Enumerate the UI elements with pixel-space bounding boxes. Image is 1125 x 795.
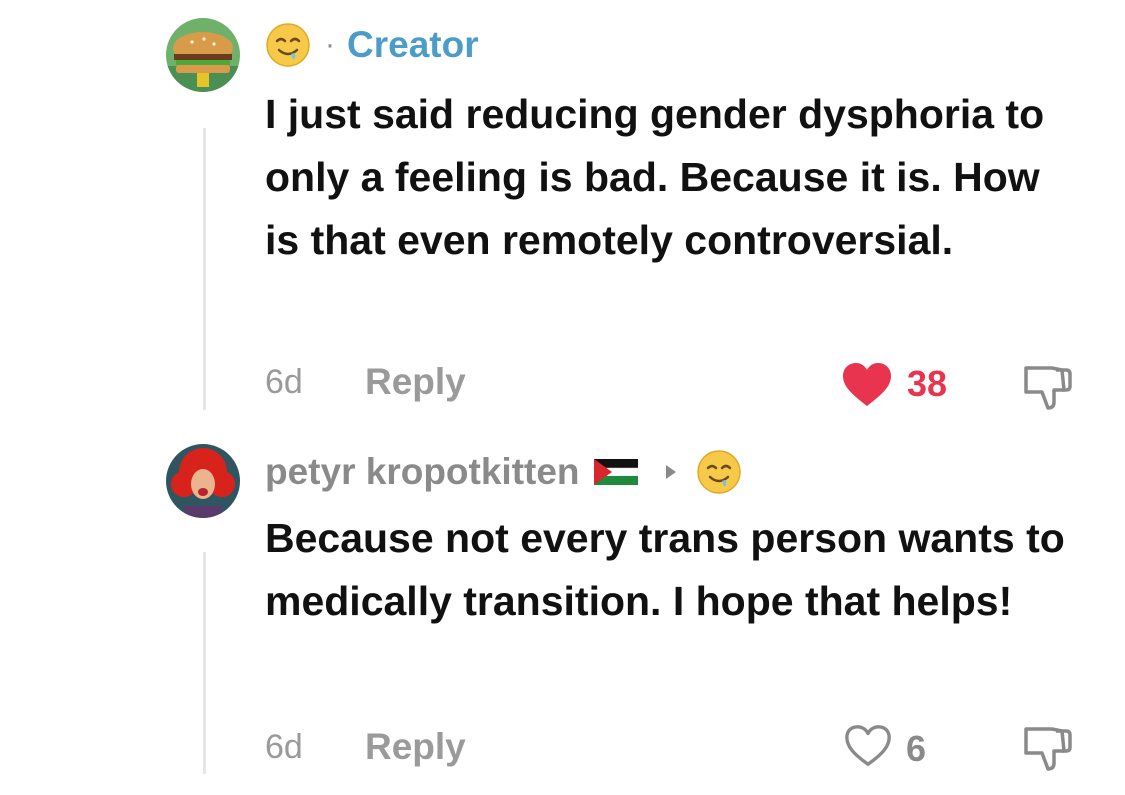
timestamp: 6d — [265, 363, 303, 401]
creator-badge: Creator — [347, 24, 479, 65]
red-hair-avatar-icon — [166, 444, 240, 518]
reply-button[interactable]: Reply — [365, 361, 466, 403]
avatar[interactable] — [166, 18, 240, 92]
heart-filled-icon[interactable] — [841, 362, 893, 413]
separator-dot: · — [325, 28, 335, 61]
heart-outline-icon[interactable] — [843, 723, 893, 774]
comment-header: · Creator — [265, 20, 479, 70]
comment-text: Because not every trans person wants to … — [265, 515, 1065, 624]
thumbs-down-icon[interactable] — [1020, 362, 1072, 417]
reply-arrow-icon — [664, 463, 678, 481]
thumbs-down-icon[interactable] — [1020, 723, 1072, 778]
like-count: 38 — [907, 363, 948, 404]
thread-line — [203, 128, 206, 410]
thread-line — [203, 552, 206, 774]
comment-text: I just said reducing gender dysphoria to… — [265, 91, 1045, 263]
like-count: 6 — [906, 728, 927, 769]
avatar[interactable] — [166, 444, 240, 518]
drooling-face-emoji — [696, 449, 742, 495]
burger-avatar-icon — [166, 18, 240, 92]
reply-button[interactable]: Reply — [365, 726, 466, 768]
timestamp: 6d — [265, 728, 303, 766]
drooling-face-emoji — [265, 22, 311, 68]
comment-header: petyr kropotkitten — [265, 447, 742, 497]
username[interactable]: petyr kropotkitten — [265, 451, 580, 493]
palestine-flag-icon — [593, 459, 638, 485]
